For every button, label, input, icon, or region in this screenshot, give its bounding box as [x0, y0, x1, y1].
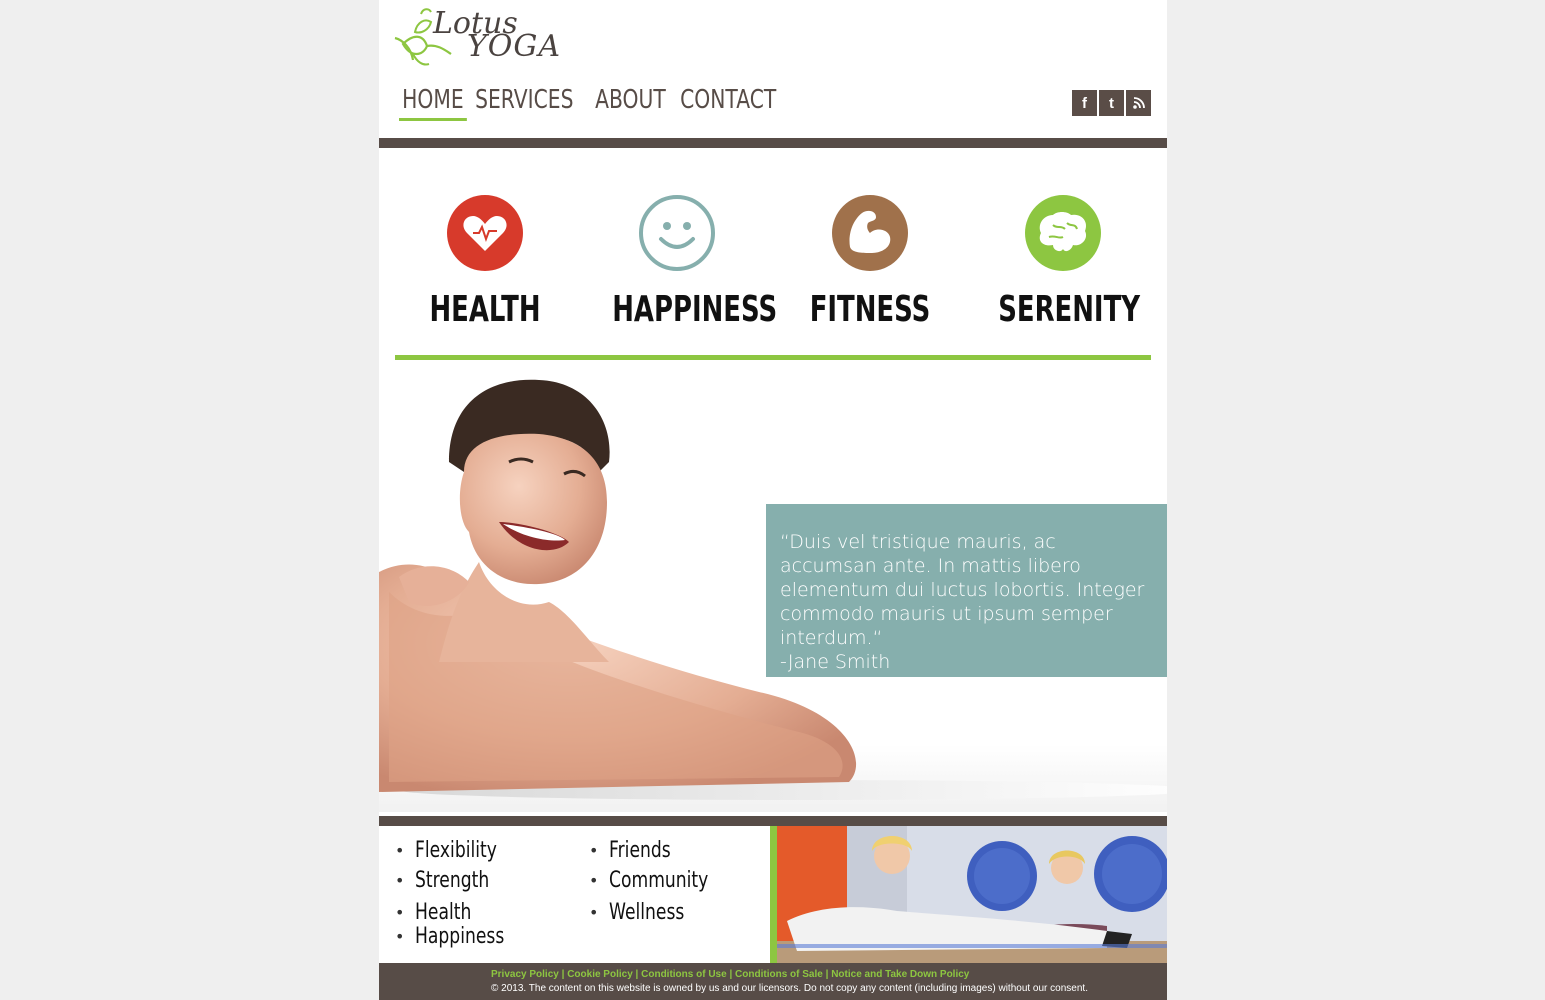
quote-author: -Jane Smith — [780, 651, 891, 673]
list-item: Flexibility — [395, 836, 529, 866]
feature-label-fitness: FITNESS — [809, 289, 931, 330]
social-links: f t — [1072, 90, 1151, 116]
footer: Privacy Policy | Cookie Policy | Conditi… — [379, 963, 1167, 1000]
header-divider — [379, 138, 1167, 148]
smiley-icon — [639, 195, 715, 271]
nav-contact[interactable]: CONTACT — [677, 84, 779, 118]
copyright-text: © 2013. The content on this website is o… — [491, 983, 1088, 994]
feature-label-happiness: HAPPINESS — [612, 289, 778, 330]
main-nav: HOME SERVICES ABOUT CONTACT — [399, 84, 794, 121]
list-item: Happiness — [395, 924, 529, 954]
footer-link-takedown[interactable]: Notice and Take Down Policy — [831, 969, 969, 980]
footer-links: Privacy Policy | Cookie Policy | Conditi… — [491, 969, 970, 980]
facebook-icon[interactable]: f — [1072, 90, 1097, 116]
footer-link-conditions-sale[interactable]: Conditions of Sale — [735, 969, 823, 980]
heart-icon — [447, 195, 523, 271]
features-row: HEALTH HAPPINESS FITNESS SERENITY — [379, 195, 1167, 345]
benefits-lists: Flexibility Strength Health Happiness Fr… — [379, 830, 769, 962]
list-item: Friends — [589, 836, 736, 866]
logo-text-yoga: YOGA — [467, 29, 562, 64]
nav-about[interactable]: ABOUT — [592, 84, 669, 118]
section-divider — [395, 355, 1151, 360]
list-item: Wellness — [589, 896, 736, 930]
class-photo — [777, 826, 1167, 963]
bicep-icon — [832, 195, 908, 271]
nav-services[interactable]: SERVICES — [472, 84, 577, 118]
accent-stripe — [770, 826, 777, 963]
feature-health: HEALTH — [395, 195, 575, 330]
benefits-list-left: Flexibility Strength Health Happiness — [395, 836, 529, 954]
rss-icon[interactable] — [1126, 90, 1151, 116]
nav-home[interactable]: HOME — [399, 84, 467, 121]
list-item: Strength — [395, 866, 529, 896]
footer-link-conditions-use[interactable]: Conditions of Use — [641, 969, 727, 980]
brain-icon — [1025, 195, 1101, 271]
page: Lotus YOGA HOME SERVICES ABOUT CONTACT f… — [379, 0, 1167, 1000]
quote-text: “Duis vel tristique mauris, ac accumsan … — [780, 531, 1145, 649]
site-logo[interactable]: Lotus YOGA — [393, 4, 563, 70]
benefits-list-right: Friends Community Wellness — [589, 836, 736, 930]
feature-serenity: SERENITY — [973, 195, 1153, 330]
footer-link-privacy[interactable]: Privacy Policy — [491, 969, 559, 980]
feature-happiness: HAPPINESS — [587, 195, 778, 330]
list-item: Community — [589, 866, 736, 896]
twitter-icon[interactable]: t — [1099, 90, 1124, 116]
list-item: Health — [395, 896, 529, 930]
content-divider — [379, 816, 1167, 826]
testimonial-quote: “Duis vel tristique mauris, ac accumsan … — [766, 504, 1167, 677]
footer-link-cookie[interactable]: Cookie Policy — [567, 969, 633, 980]
feature-fitness: FITNESS — [780, 195, 960, 330]
feature-label-serenity: SERENITY — [998, 289, 1141, 330]
feature-label-health: HEALTH — [429, 289, 541, 330]
